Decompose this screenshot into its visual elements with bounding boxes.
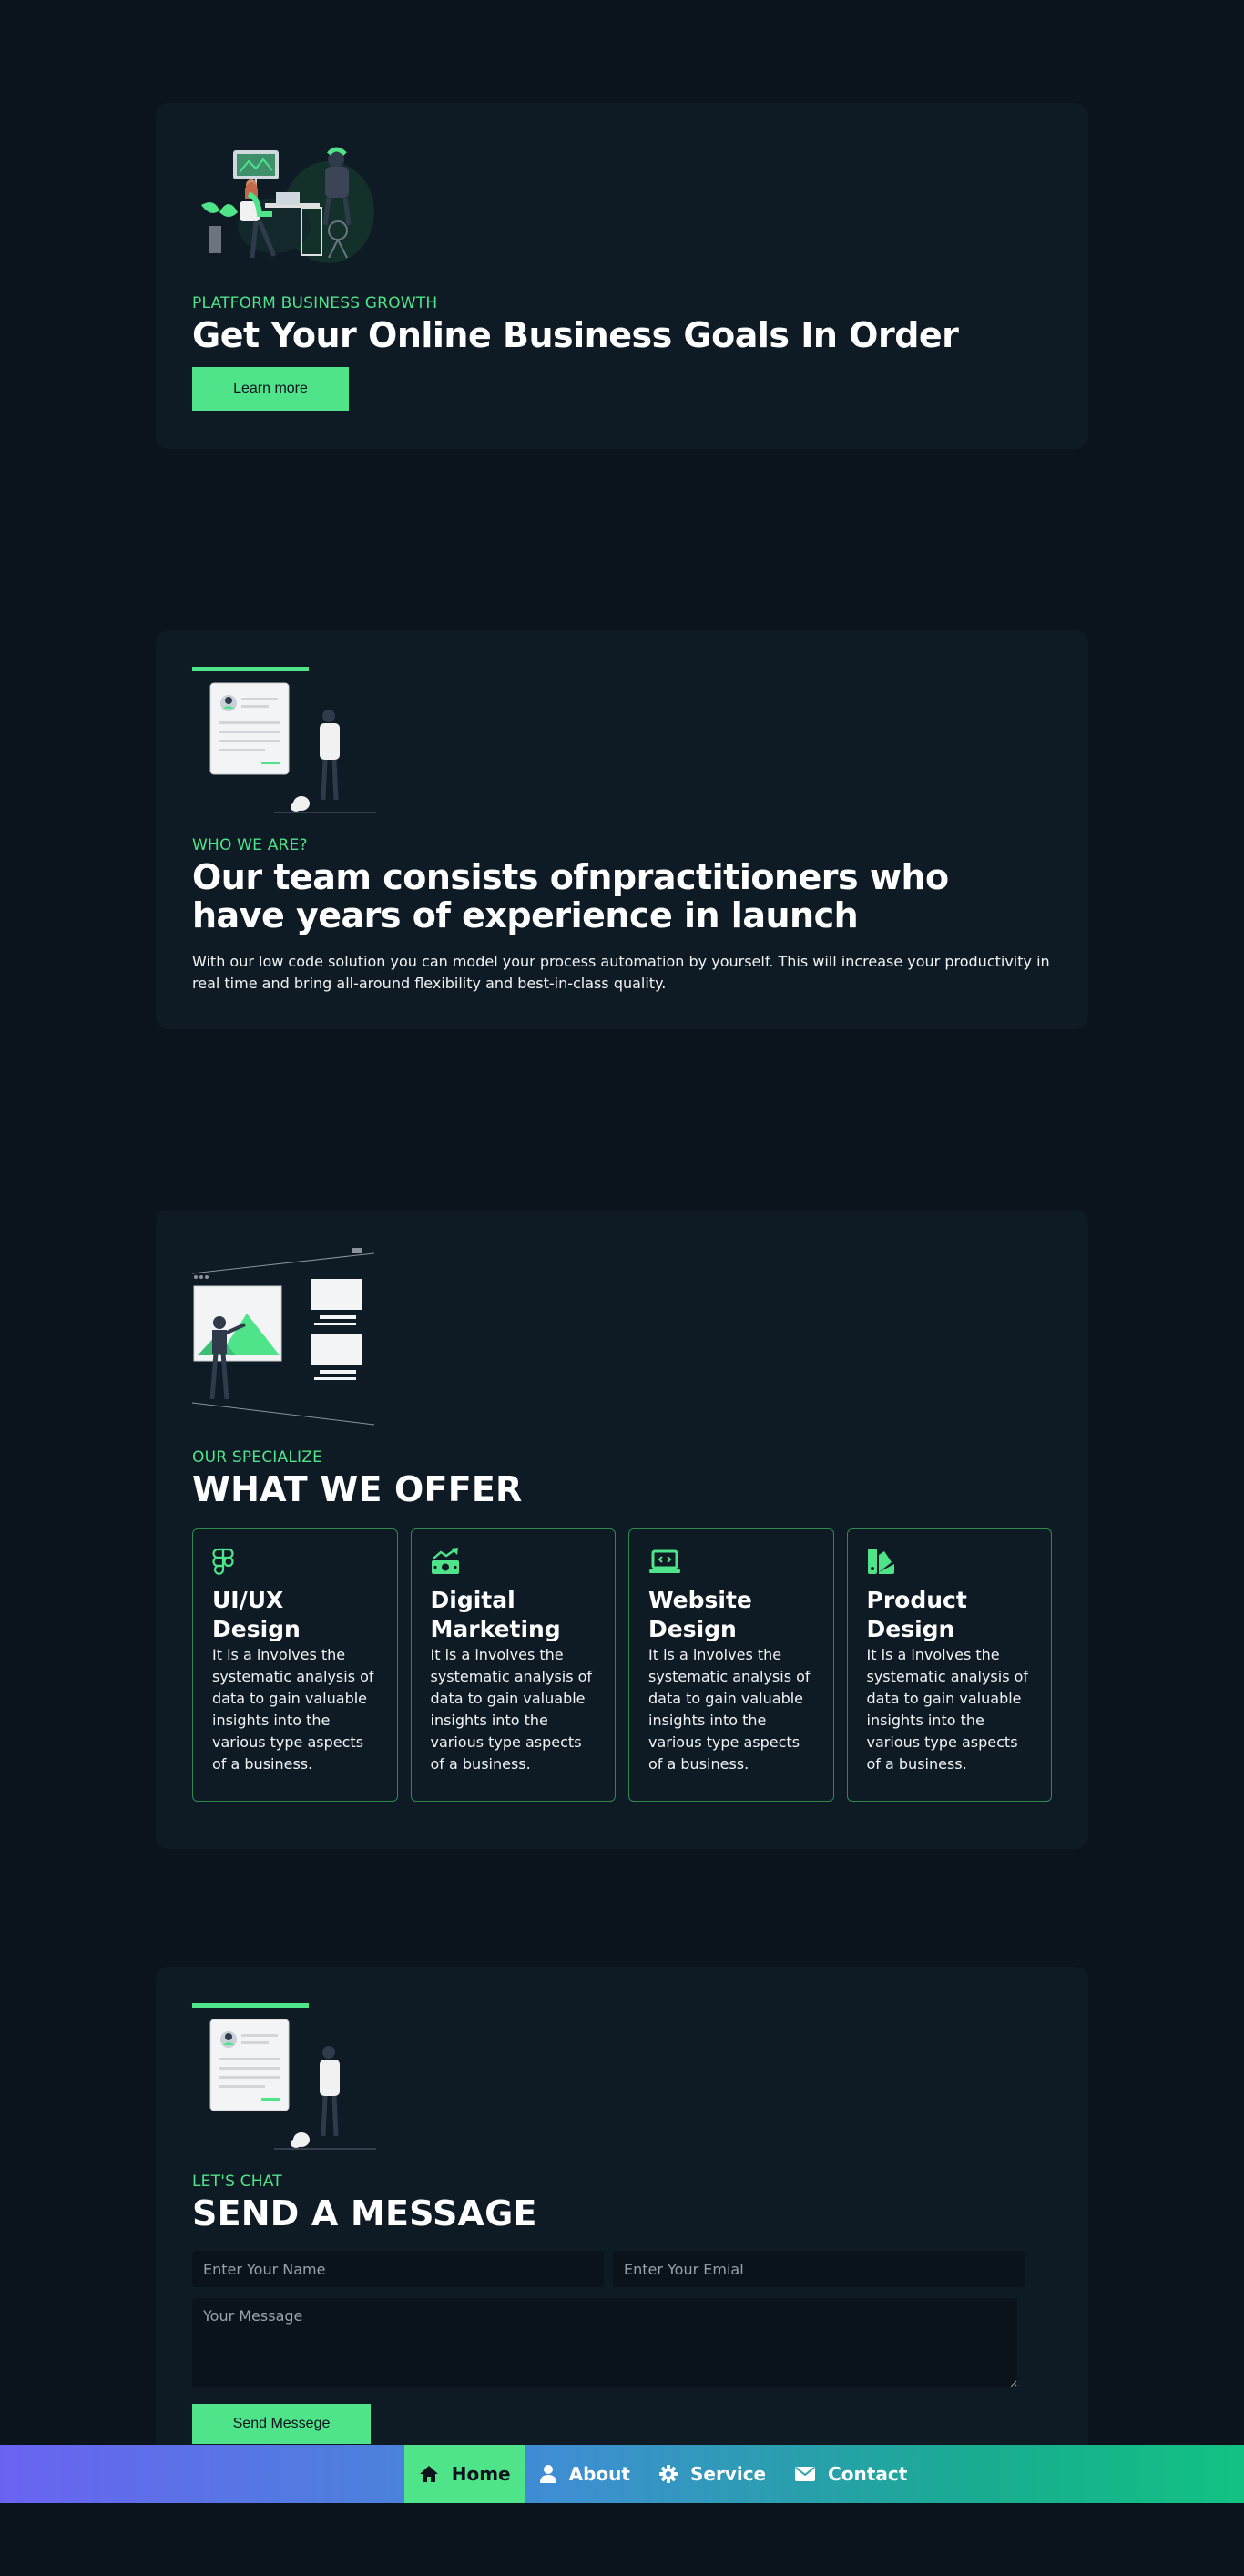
page: PLATFORM BUSINESS GROWTH Get Your Online…: [0, 0, 1244, 2576]
offer-title: UI/UX Design: [212, 1587, 301, 1642]
work-desk-illustration: [201, 147, 374, 263]
name-input[interactable]: [192, 2251, 604, 2287]
swatchbook-icon: [867, 1549, 894, 1574]
nav-item-service[interactable]: Service: [645, 2445, 780, 2503]
services-section: OUR SPECIALIZE WHAT WE OFFER UI/UX Desig…: [156, 1210, 1088, 1849]
profile-illustration: [192, 2003, 376, 2150]
offer-grid: UI/UX Design It is a involves the system…: [192, 1528, 1052, 1802]
nav-label-home: Home: [451, 2463, 511, 2485]
nav-label-contact: Contact: [828, 2463, 908, 2485]
envelope-icon: [795, 2467, 816, 2481]
laptop-code-icon: [649, 1549, 680, 1573]
offer-text: It is a involves the systematic analysis…: [212, 1646, 374, 1773]
learn-more-button[interactable]: Learn more: [192, 367, 349, 411]
email-input[interactable]: [613, 2251, 1025, 2287]
user-icon: [539, 2465, 556, 2483]
services-title: WHAT WE OFFER: [192, 1469, 523, 1509]
about-section: WHO WE ARE? Our team consists ofnpractit…: [156, 630, 1088, 1029]
offer-title: Product Design: [866, 1587, 967, 1642]
bottom-navbar: Home About Service Contact: [0, 2445, 1244, 2503]
nav-label-service: Service: [689, 2463, 767, 2485]
contact-form-row: [192, 2251, 1052, 2287]
nav-item-about[interactable]: About: [525, 2445, 645, 2503]
nav-label-about: About: [568, 2463, 630, 2485]
offer-title: Digital Marketing: [430, 1587, 561, 1642]
money-chart-icon: [431, 1548, 459, 1574]
hero-section: PLATFORM BUSINESS GROWTH Get Your Online…: [156, 103, 1088, 449]
offer-title: Website Design: [648, 1587, 752, 1642]
about-text: With our low code solution you can model…: [192, 953, 1050, 992]
nav-item-contact[interactable]: Contact: [780, 2445, 922, 2503]
about-title: Our team consists ofnpractitioners who h…: [192, 857, 949, 935]
offer-card-uiux: UI/UX Design It is a involves the system…: [192, 1528, 398, 1802]
offer-text: It is a involves the systematic analysis…: [648, 1646, 811, 1773]
about-eyebrow: WHO WE ARE?: [192, 836, 308, 854]
contact-title: SEND A MESSAGE: [192, 2193, 537, 2234]
hero-title: Get Your Online Business Goals In Order: [192, 315, 959, 355]
offer-card-website: Website Design It is a involves the syst…: [628, 1528, 834, 1802]
presentation-illustration: [192, 1248, 375, 1426]
gear-icon: [658, 2465, 678, 2483]
offer-card-product: Product Design It is a involves the syst…: [846, 1528, 1052, 1802]
contact-section: LET'S CHAT SEND A MESSAGE Send Messege: [156, 1967, 1088, 2458]
nav-item-home[interactable]: Home: [403, 2445, 525, 2503]
home-icon: [419, 2466, 438, 2482]
nav-items: Home About Service Contact: [403, 2445, 923, 2503]
send-message-button[interactable]: Send Messege: [192, 2404, 371, 2444]
message-textarea[interactable]: [192, 2298, 1017, 2387]
offer-text: It is a involves the systematic analysis…: [430, 1646, 593, 1773]
offer-text: It is a involves the systematic analysis…: [866, 1646, 1029, 1773]
figma-icon: [212, 1548, 234, 1575]
contact-eyebrow: LET'S CHAT: [192, 2172, 282, 2191]
profile-illustration: [192, 667, 376, 813]
services-eyebrow: OUR SPECIALIZE: [192, 1448, 323, 1467]
offer-card-marketing: Digital Marketing It is a involves the s…: [410, 1528, 616, 1802]
hero-eyebrow: PLATFORM BUSINESS GROWTH: [192, 294, 438, 312]
